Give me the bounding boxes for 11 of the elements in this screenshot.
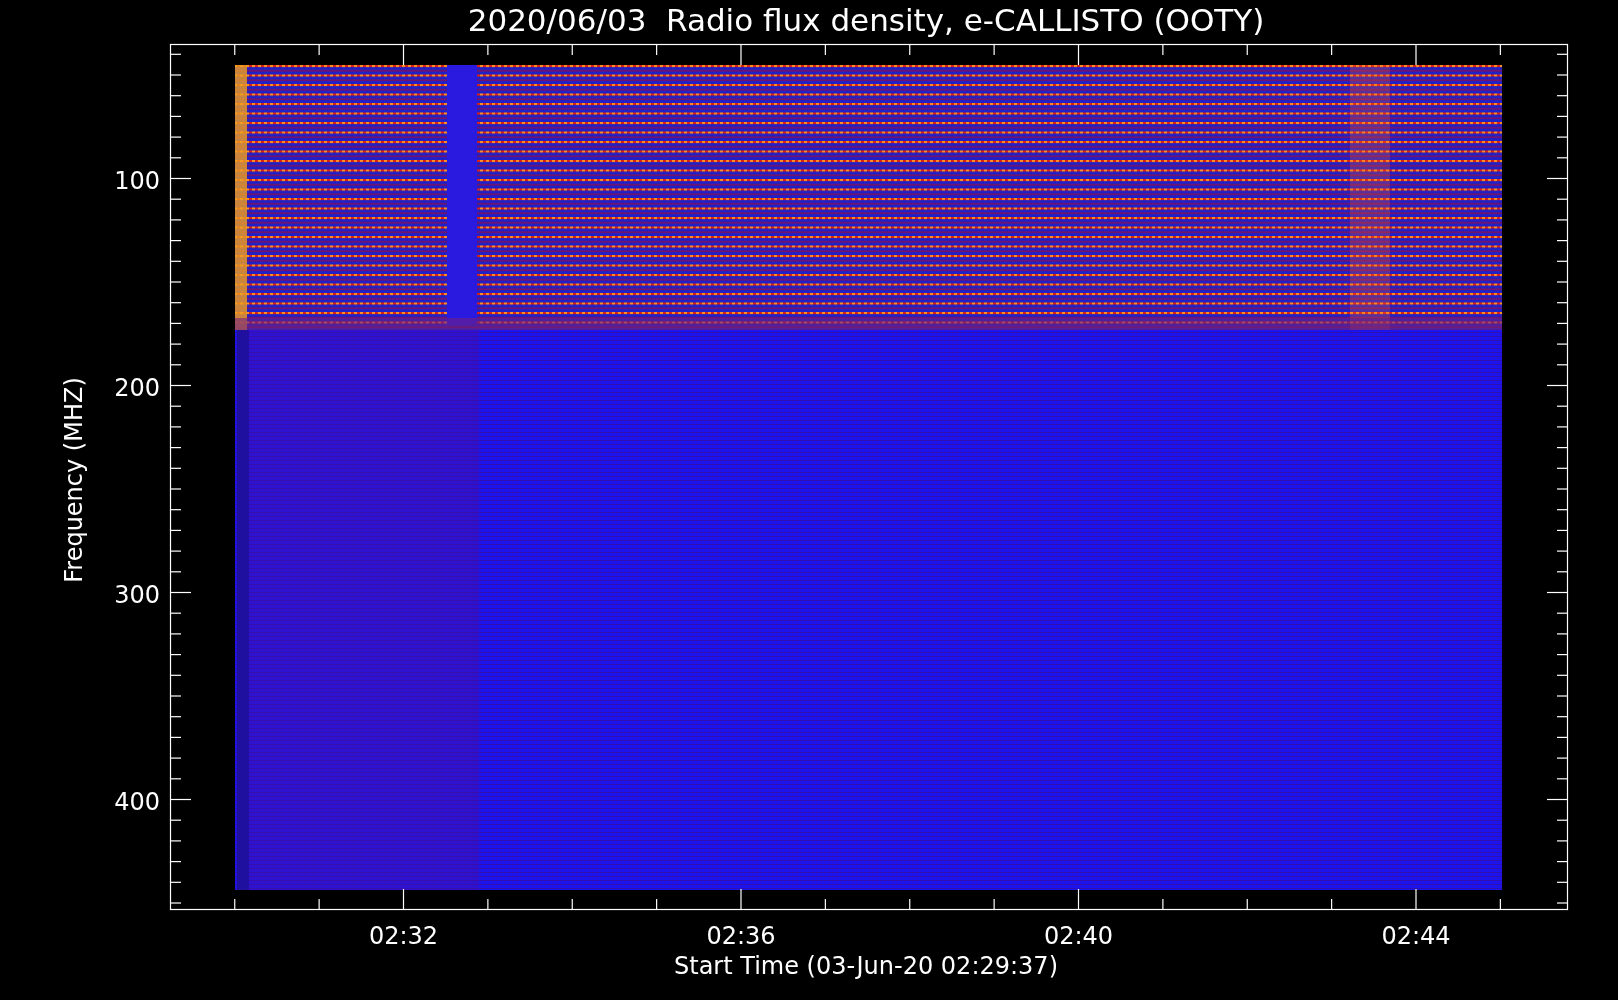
tick-label: 400 <box>114 787 160 816</box>
tick-label: 100 <box>114 166 160 195</box>
tick-label: 02:32 <box>368 922 439 950</box>
chart-title: 2020/06/03 Radio flux density, e-CALLISTO (OOTY) <box>467 2 1265 38</box>
axis-label: Start Time (03-Jun-20 02:29:37) <box>674 952 1058 980</box>
tick-label: 200 <box>114 373 160 402</box>
axis-label: Frequency (MHZ) <box>60 377 88 583</box>
tick-label: 300 <box>114 580 160 609</box>
tick-label: 02:36 <box>706 922 776 950</box>
tick-label: 02:40 <box>1043 922 1114 950</box>
tick-label: 02:44 <box>1381 922 1451 950</box>
